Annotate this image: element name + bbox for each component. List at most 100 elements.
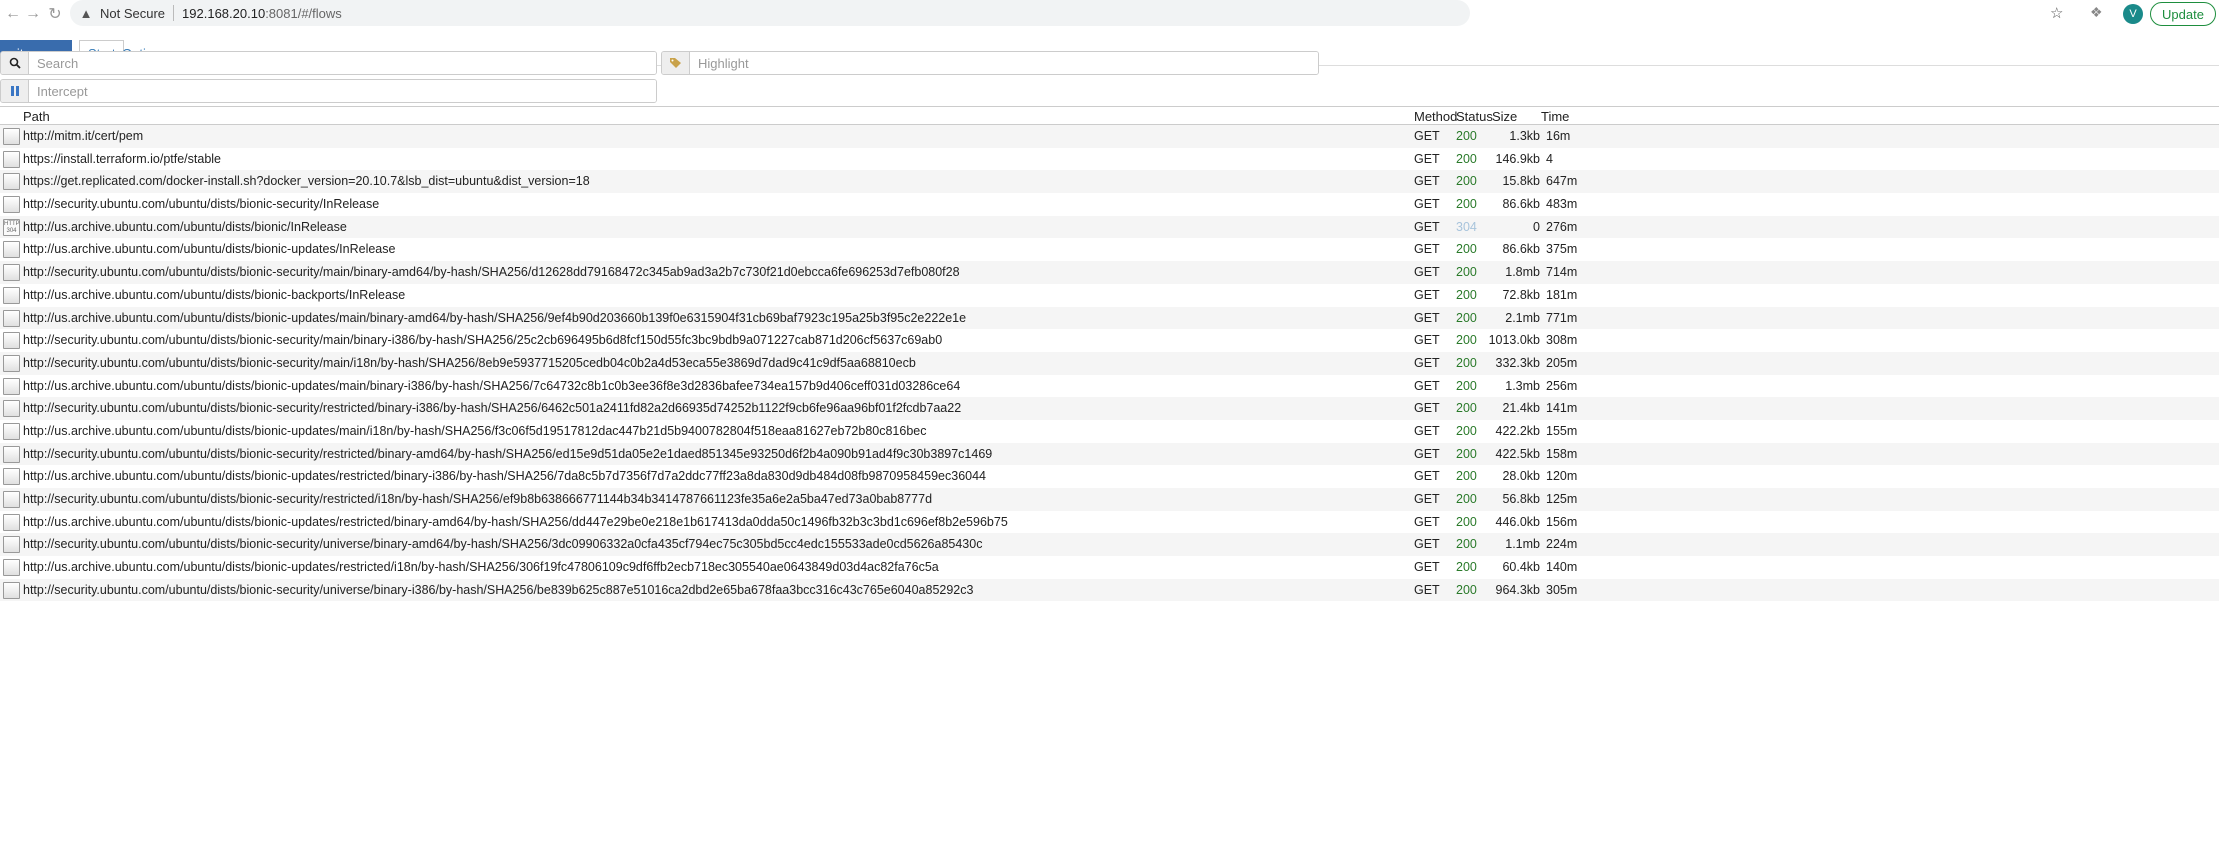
flow-time: 483m <box>1546 197 1578 212</box>
table-row[interactable]: HTTP 304 http://us.archive.ubuntu.com/ubun… <box>0 215 2219 239</box>
not-secure-label[interactable]: Not Secure <box>100 6 165 21</box>
flow-path: http://us.archive.ubuntu.com/ubuntu/dist… <box>23 219 347 234</box>
column-header-time[interactable]: Time <box>1541 109 1569 124</box>
table-row[interactable]: http://us.archive.ubuntu.com/ubuntu/dist… <box>0 465 2219 488</box>
flow-size: 72.8kb <box>1502 287 1540 302</box>
flow-method: GET <box>1414 401 1440 416</box>
table-row[interactable]: http://security.ubuntu.com/ubuntu/dists/… <box>0 533 2219 557</box>
tag-icon <box>662 52 690 74</box>
flow-time: 140m <box>1546 560 1578 575</box>
not-modified-icon: HTTP 304 <box>3 218 20 236</box>
table-row[interactable]: http://security.ubuntu.com/ubuntu/dists/… <box>0 193 2219 216</box>
flow-status: 200 <box>1456 469 1477 484</box>
flow-path: http://us.archive.ubuntu.com/ubuntu/dist… <box>23 242 396 257</box>
table-row[interactable]: http://security.ubuntu.com/ubuntu/dists/… <box>0 442 2219 466</box>
flow-time: 308m <box>1546 333 1578 348</box>
column-header-method[interactable]: Method <box>1414 109 1457 124</box>
flow-path: http://security.ubuntu.com/ubuntu/dists/… <box>23 537 983 552</box>
flow-method: GET <box>1414 492 1440 506</box>
document-icon <box>3 559 20 577</box>
update-button[interactable]: Update <box>2150 2 2216 26</box>
table-row[interactable]: http://security.ubuntu.com/ubuntu/dists/… <box>0 397 2219 420</box>
flow-status: 200 <box>1456 265 1477 280</box>
column-header-status[interactable]: Status <box>1456 109 1493 124</box>
flow-method: GET <box>1414 446 1440 461</box>
flow-status: 200 <box>1456 151 1477 166</box>
table-row[interactable]: http://us.archive.ubuntu.com/ubuntu/dist… <box>0 556 2219 579</box>
flow-path: http://security.ubuntu.com/ubuntu/dists/… <box>23 355 916 370</box>
flow-size: 1.3mb <box>1505 378 1540 393</box>
column-header-size[interactable]: Size <box>1492 109 1517 124</box>
flow-method: GET <box>1414 560 1440 575</box>
flow-size: 1.1mb <box>1505 537 1540 552</box>
address-bar[interactable]: ▲ Not Secure 192.168.20.10:8081/#/flows <box>70 0 1470 26</box>
flow-method: GET <box>1414 378 1440 393</box>
document-icon <box>3 150 20 168</box>
table-row[interactable]: http://security.ubuntu.com/ubuntu/dists/… <box>0 351 2219 375</box>
bookmark-star-icon[interactable]: ☆ <box>2050 4 2063 22</box>
back-arrow-icon[interactable]: ← <box>2 3 24 25</box>
flow-time: 205m <box>1546 355 1578 370</box>
flow-size: 146.9kb <box>1495 151 1540 166</box>
url-path[interactable]: :8081/#/flows <box>265 6 342 21</box>
table-row[interactable]: http://us.archive.ubuntu.com/ubuntu/dist… <box>0 420 2219 443</box>
warning-icon[interactable]: ▲ <box>78 5 94 21</box>
extensions-puzzle-icon[interactable]: ❖ <box>2090 4 2103 21</box>
flow-size: 446.0kb <box>1495 514 1540 529</box>
reload-icon[interactable]: ↻ <box>44 3 66 25</box>
flow-size: 422.5kb <box>1495 446 1540 461</box>
flow-time: 141m <box>1546 401 1578 416</box>
flow-path: http://us.archive.ubuntu.com/ubuntu/dist… <box>23 310 967 325</box>
flow-status: 200 <box>1456 560 1477 575</box>
table-row[interactable]: https://install.terraform.io/ptfe/stable… <box>0 148 2219 171</box>
pause-icon <box>1 80 29 102</box>
table-row[interactable]: http://us.archive.ubuntu.com/ubuntu/dist… <box>0 306 2219 330</box>
flow-time: 4 <box>1546 151 1553 166</box>
flow-path: https://get.replicated.com/docker-instal… <box>23 174 590 189</box>
table-row[interactable]: http://us.archive.ubuntu.com/ubuntu/dist… <box>0 284 2219 307</box>
flow-time: 224m <box>1546 537 1578 552</box>
document-icon <box>3 286 20 304</box>
highlight-input[interactable] <box>690 52 1318 74</box>
document-icon <box>3 354 20 372</box>
table-row[interactable]: http://security.ubuntu.com/ubuntu/dists/… <box>0 488 2219 511</box>
forward-arrow-icon[interactable]: → <box>22 3 44 25</box>
profile-avatar[interactable]: V <box>2123 4 2143 24</box>
flow-status: 200 <box>1456 287 1477 302</box>
search-input[interactable] <box>29 52 656 74</box>
document-icon <box>3 309 20 327</box>
column-header-path[interactable]: Path <box>23 109 50 124</box>
intercept-filter <box>0 79 657 103</box>
flow-time: 181m <box>1546 287 1578 302</box>
flow-method: GET <box>1414 287 1440 302</box>
flow-status: 200 <box>1456 197 1477 212</box>
flow-time: 647m <box>1546 174 1578 189</box>
flow-path: http://mitm.it/cert/pem <box>23 129 144 143</box>
document-icon <box>3 445 20 463</box>
table-row[interactable]: http://us.archive.ubuntu.com/ubuntu/dist… <box>0 238 2219 261</box>
flow-path: http://security.ubuntu.com/ubuntu/dists/… <box>23 265 960 280</box>
flow-path: http://us.archive.ubuntu.com/ubuntu/dist… <box>23 423 927 438</box>
table-row[interactable]: http://security.ubuntu.com/ubuntu/dists/… <box>0 578 2219 602</box>
table-row[interactable]: http://security.ubuntu.com/ubuntu/dists/… <box>0 261 2219 284</box>
document-icon <box>3 377 20 395</box>
flow-size: 28.0kb <box>1502 469 1540 484</box>
flow-status: 304 <box>1456 219 1477 234</box>
table-row[interactable]: http://security.ubuntu.com/ubuntu/dists/… <box>0 329 2219 352</box>
flow-path: http://us.archive.ubuntu.com/ubuntu/dist… <box>23 560 939 575</box>
table-row[interactable]: https://get.replicated.com/docker-instal… <box>0 170 2219 194</box>
search-filter <box>0 51 657 75</box>
table-row[interactable]: http://us.archive.ubuntu.com/ubuntu/dist… <box>0 375 2219 398</box>
table-row[interactable]: http://us.archive.ubuntu.com/ubuntu/dist… <box>0 511 2219 534</box>
flow-status: 200 <box>1456 333 1477 348</box>
intercept-input[interactable] <box>29 80 656 102</box>
flow-path: http://us.archive.ubuntu.com/ubuntu/dist… <box>23 514 1008 529</box>
flow-table: Path Method Status Size Time http://mitm… <box>0 106 2219 602</box>
document-icon <box>3 468 20 486</box>
flow-status: 200 <box>1456 446 1477 461</box>
table-row[interactable]: http://mitm.it/cert/pem GET 200 1.3kb 16m <box>0 125 2219 148</box>
document-icon <box>3 241 20 259</box>
url-host[interactable]: 192.168.20.10 <box>182 6 265 21</box>
flow-time: 120m <box>1546 469 1578 484</box>
document-icon <box>3 196 20 214</box>
